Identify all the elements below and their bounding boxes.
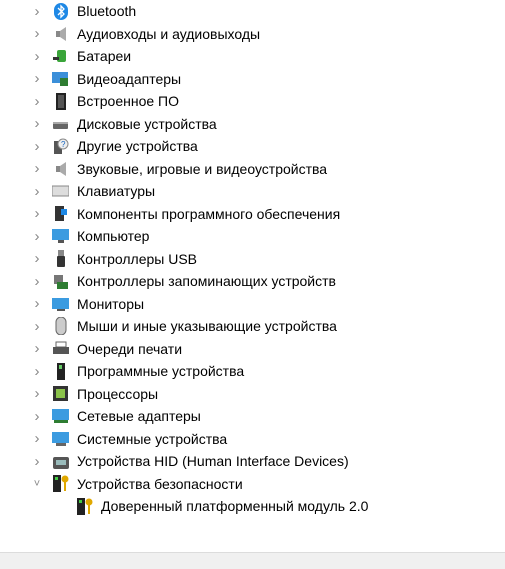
- item-label: Компоненты программного обеспечения: [77, 205, 341, 222]
- item-label: Видеоадаптеры: [77, 70, 182, 87]
- processor-icon: [52, 385, 69, 402]
- chevron-right-icon[interactable]: ›: [31, 408, 43, 425]
- item-label: Bluetooth: [77, 3, 137, 19]
- bluetooth-icon: [52, 2, 69, 20]
- category-item[interactable]: › Сетевые адаптеры: [0, 405, 505, 427]
- item-label: Дисковые устройства: [77, 115, 217, 132]
- display-adapter-icon: [52, 70, 69, 87]
- chevron-right-icon[interactable]: ›: [31, 318, 43, 335]
- item-label: Доверенный платформенный модуль 2.0: [101, 498, 369, 514]
- device-tree[interactable]: › Bluetooth › Аудиовходы и аудиовыходы › Бата…: [0, 0, 505, 552]
- chevron-right-icon[interactable]: ›: [31, 385, 43, 402]
- chevron-right-icon[interactable]: ›: [31, 430, 43, 447]
- chevron-right-icon[interactable]: ›: [31, 183, 43, 200]
- chevron-right-icon[interactable]: ›: [31, 3, 43, 20]
- category-item[interactable]: ˅ Устройства безопасности: [0, 473, 505, 495]
- category-item[interactable]: › Устройства HID (Human Interface Devices…: [0, 450, 505, 472]
- chevron-right-icon[interactable]: ›: [31, 205, 43, 222]
- chevron-right-icon[interactable]: ›: [31, 295, 43, 312]
- software-device-icon: [52, 362, 69, 380]
- monitor-icon: [52, 295, 69, 312]
- unknown-device-icon: ?: [52, 138, 69, 155]
- category-item[interactable]: › Аудиовходы и аудиовыходы: [0, 23, 505, 45]
- speaker-icon: [52, 25, 69, 42]
- chevron-right-icon[interactable]: ›: [31, 138, 43, 155]
- disk-drive-icon: [52, 115, 69, 132]
- chevron-right-icon[interactable]: ›: [31, 115, 43, 132]
- item-label: Устройства безопасности: [77, 475, 243, 492]
- item-label: Клавиатуры: [77, 183, 156, 199]
- chevron-right-icon[interactable]: ›: [31, 363, 43, 380]
- chevron-right-icon[interactable]: ›: [31, 250, 43, 267]
- chevron-right-icon[interactable]: ›: [31, 340, 43, 357]
- category-item[interactable]: › Звуковые, игровые и видеоустройства: [0, 158, 505, 180]
- chevron-right-icon[interactable]: ›: [31, 70, 43, 87]
- chevron-right-icon[interactable]: ›: [31, 160, 43, 177]
- chevron-down-icon[interactable]: ˅: [31, 478, 43, 490]
- item-label: Системные устройства: [77, 430, 228, 447]
- item-label: Другие устройства: [77, 138, 198, 154]
- firmware-chip-icon: [52, 92, 69, 110]
- security-device-icon: [52, 475, 69, 492]
- software-component-icon: [52, 205, 69, 222]
- keyboard-icon: [52, 183, 69, 200]
- category-item[interactable]: › Дисковые устройства: [0, 113, 505, 135]
- chevron-right-icon[interactable]: ›: [31, 93, 43, 110]
- item-label: Аудиовходы и аудиовыходы: [77, 25, 261, 42]
- category-item[interactable]: › Видеоадаптеры: [0, 68, 505, 90]
- security-device-icon: [76, 497, 93, 515]
- chevron-right-icon[interactable]: ›: [31, 48, 43, 65]
- item-label: Батареи: [77, 48, 132, 64]
- category-item[interactable]: › Компоненты программного обеспечения: [0, 203, 505, 225]
- category-item[interactable]: ›? Другие устройства: [0, 135, 505, 157]
- category-item[interactable]: › Батареи: [0, 45, 505, 67]
- chevron-right-icon[interactable]: ›: [31, 453, 43, 470]
- item-label: Программные устройства: [77, 363, 245, 379]
- item-label: Устройства HID (Human Interface Devices): [77, 453, 349, 469]
- category-item[interactable]: › Контроллеры USB: [0, 248, 505, 270]
- item-label: Очереди печати: [77, 340, 183, 357]
- chevron-right-icon[interactable]: ›: [31, 273, 43, 290]
- category-item[interactable]: › Процессоры: [0, 383, 505, 405]
- printer-icon: [52, 340, 69, 357]
- item-label: Контроллеры запоминающих устройств: [77, 273, 336, 289]
- hid-icon: [52, 453, 69, 470]
- item-label: Контроллеры USB: [77, 250, 197, 267]
- item-label: Компьютер: [77, 228, 150, 244]
- category-item[interactable]: › Мониторы: [0, 293, 505, 315]
- svg-text:?: ?: [61, 140, 66, 149]
- category-item[interactable]: › Очереди печати: [0, 338, 505, 360]
- category-item[interactable]: › Контроллеры запоминающих устройств: [0, 270, 505, 292]
- computer-icon: [52, 228, 69, 245]
- system-device-icon: [52, 430, 69, 447]
- device-item[interactable]: Доверенный платформенный модуль 2.0: [0, 495, 505, 517]
- network-adapter-icon: [52, 408, 69, 425]
- category-item[interactable]: › Мыши и иные указывающие устройства: [0, 315, 505, 337]
- usb-icon: [52, 250, 69, 267]
- chevron-right-icon[interactable]: ›: [31, 228, 43, 245]
- category-item[interactable]: › Клавиатуры: [0, 180, 505, 202]
- category-item[interactable]: › Программные устройства: [0, 360, 505, 382]
- battery-icon: [52, 48, 69, 65]
- item-label: Процессоры: [77, 385, 159, 402]
- mouse-icon: [52, 317, 69, 335]
- item-label: Сетевые адаптеры: [77, 408, 201, 424]
- item-label: Мыши и иные указывающие устройства: [77, 318, 337, 334]
- speaker-icon: [52, 160, 69, 177]
- storage-controller-icon: [52, 273, 69, 290]
- category-item[interactable]: › Системные устройства: [0, 428, 505, 450]
- item-label: Мониторы: [77, 295, 145, 312]
- category-item[interactable]: › Встроенное ПО: [0, 90, 505, 112]
- item-label: Встроенное ПО: [77, 93, 179, 109]
- item-label: Звуковые, игровые и видеоустройства: [77, 160, 328, 177]
- chevron-right-icon[interactable]: ›: [31, 25, 43, 42]
- status-bar: [0, 552, 505, 569]
- category-item[interactable]: › Bluetooth: [0, 0, 505, 22]
- category-item[interactable]: › Компьютер: [0, 225, 505, 247]
